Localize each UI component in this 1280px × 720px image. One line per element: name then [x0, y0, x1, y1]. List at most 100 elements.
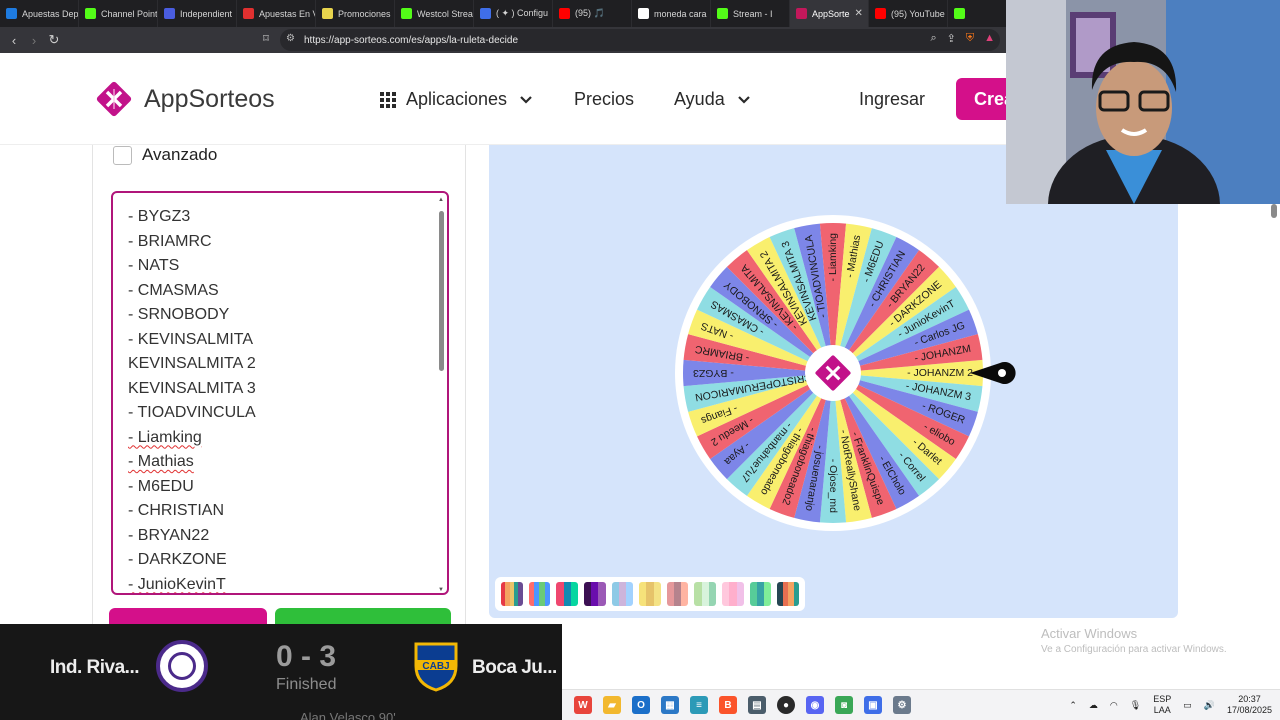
brave-browser-icon[interactable]: B: [719, 696, 737, 714]
appsorteos-logo[interactable]: AppSorteos: [92, 77, 275, 121]
tab-label: Promociones: [338, 8, 391, 19]
tab-close-icon[interactable]: ✕: [855, 8, 863, 19]
browser-tab[interactable]: moneda cara: [632, 0, 711, 27]
reload-icon[interactable]: ↻: [44, 32, 64, 48]
away-team-crest: CABJ: [414, 642, 458, 692]
nav-prices[interactable]: Precios: [574, 89, 634, 110]
settings-icon[interactable]: ⚙: [893, 696, 911, 714]
calculator-icon[interactable]: ▤: [748, 696, 766, 714]
name-entry: - BRIAMRC: [128, 232, 212, 250]
system-tray: ⌃ ☁ ◠ 🎙 ESP LAA ▭ 🔊 20:37 17/08/2025: [1069, 694, 1272, 716]
name-entry: - M6EDU: [128, 477, 194, 495]
tab-label: Independient: [180, 8, 233, 19]
activate-windows-subtitle: Ve a Configuración para activar Windows.: [1041, 644, 1227, 655]
url-input[interactable]: ⚙ https://app-sorteos.com/es/apps/la-rul…: [280, 29, 1000, 51]
volume-icon[interactable]: 🔊: [1204, 700, 1215, 711]
palette-swatch[interactable]: [722, 582, 744, 606]
browser-tab[interactable]: AppSorte ✕: [790, 0, 869, 27]
palette-swatch[interactable]: [749, 582, 772, 606]
wheel-pointer-icon: [970, 362, 1016, 384]
file-explorer-icon[interactable]: ▰: [603, 696, 621, 714]
wps-office-icon[interactable]: W: [574, 696, 592, 714]
share-icon[interactable]: ⇪: [947, 32, 956, 45]
browser-tab[interactable]: Channel Point: [79, 0, 158, 27]
tab-favicon-icon: [875, 8, 886, 19]
palette-swatch[interactable]: [611, 582, 634, 606]
palette-swatch[interactable]: [556, 582, 578, 606]
palette-swatch[interactable]: [501, 582, 523, 606]
brave-rewards-icon[interactable]: ▲: [984, 32, 995, 45]
roulette-wheel[interactable]: - JOHANZM 2- JOHANZM 3- ROGER- eliobo- D…: [668, 208, 998, 538]
nav-help[interactable]: Ayuda: [674, 89, 751, 110]
tab-favicon-icon: [6, 8, 17, 19]
obs-studio-icon[interactable]: ●: [777, 696, 795, 714]
advanced-checkbox[interactable]: [113, 145, 132, 165]
tab-favicon-icon: [164, 8, 175, 19]
browser-tab[interactable]: Stream - I: [711, 0, 790, 27]
palette-swatch[interactable]: [528, 582, 551, 606]
palette-swatch[interactable]: [639, 582, 661, 606]
textarea-scrollbar[interactable]: ▲ ▼: [438, 197, 445, 593]
outlook-icon[interactable]: O: [632, 696, 650, 714]
advanced-option[interactable]: Avanzado: [113, 145, 217, 165]
login-link[interactable]: Ingresar: [859, 89, 925, 110]
logo-text-app: App: [144, 84, 189, 113]
webcam-overlay: [1006, 0, 1280, 204]
microphone-icon[interactable]: 🎙: [1130, 700, 1141, 711]
tab-label: Westcol Strea: [417, 8, 473, 19]
tab-label: Stream - I: [733, 8, 773, 19]
taskbar-apps: W ▰ O ▦ ≡ B ▤ ● ◉ ◙ ▣ ⚙: [574, 696, 911, 714]
nav-apps[interactable]: Aplicaciones: [380, 89, 533, 110]
browser-tab[interactable]: Westcol Strea: [395, 0, 474, 27]
match-status: Finished: [276, 676, 337, 693]
url-text: https://app-sorteos.com/es/apps/la-rulet…: [304, 34, 518, 46]
notepad-icon[interactable]: ≡: [690, 696, 708, 714]
browser-tab[interactable]: (95) YouTube: [869, 0, 948, 27]
site-info-icon[interactable]: ⚙: [286, 33, 295, 44]
clock-date: 17/08/2025: [1226, 705, 1272, 715]
display-icon[interactable]: ▭: [1183, 700, 1192, 711]
browser-tab[interactable]: (95) 🎵: [553, 0, 632, 27]
name-entry: - KEVINSALMITA: [128, 330, 254, 348]
onedrive-icon[interactable]: ☁: [1089, 700, 1098, 711]
tab-label: (95) 🎵: [575, 8, 605, 18]
zoom-icon[interactable]: ⌕: [930, 32, 936, 45]
browser-tab[interactable]: Apuestas Dep: [0, 0, 79, 27]
browser-tab[interactable]: Independient: [158, 0, 237, 27]
palette-swatch[interactable]: [583, 582, 606, 606]
logo-text-sorteos: Sorteos: [188, 84, 275, 113]
page-scrollbar-thumb[interactable]: [1271, 204, 1277, 218]
scrollbar-thumb[interactable]: [439, 211, 444, 371]
system-clock[interactable]: 20:37 17/08/2025: [1227, 694, 1272, 716]
scroll-down-icon[interactable]: ▼: [438, 587, 444, 593]
names-textarea[interactable]: - BYGZ3 - BRIAMRC - NATS - CMASMAS - SRNOBOD…: [111, 191, 449, 595]
back-arrow-icon[interactable]: ‹: [4, 33, 24, 48]
name-entry: - JunioKevinT: [128, 575, 226, 593]
site-header: AppSorteos Aplicaciones Precios Ayuda In…: [0, 53, 1036, 145]
names-panel: Avanzado - BYGZ3 - BRIAMRC - NATS - CMASMAS…: [92, 145, 466, 638]
palette-swatch[interactable]: [694, 582, 717, 606]
webcam-feed: [1006, 0, 1280, 204]
home-team-crest: [156, 640, 208, 692]
input-language[interactable]: ESP LAA: [1153, 694, 1171, 716]
browser-tab[interactable]: ( ✦ ) Configu: [474, 0, 553, 27]
palette-swatch[interactable]: [666, 582, 689, 606]
palette-swatch[interactable]: [777, 582, 800, 606]
chevron-down-icon: [737, 95, 750, 104]
tab-label: AppSorte: [812, 8, 850, 19]
scroll-up-icon[interactable]: ▲: [438, 197, 444, 203]
whatsapp-icon[interactable]: ◙: [835, 696, 853, 714]
discord-icon[interactable]: ◉: [806, 696, 824, 714]
name-entry: - NATS: [128, 257, 180, 274]
app-icon[interactable]: ▣: [864, 696, 882, 714]
brave-shield-icon[interactable]: ⛨: [966, 32, 974, 45]
microsoft-store-icon[interactable]: ▦: [661, 696, 679, 714]
wheel-segment-label: - BYGZ3: [693, 367, 734, 379]
forward-arrow-icon[interactable]: ›: [24, 33, 44, 48]
network-icon[interactable]: ◠: [1110, 700, 1118, 711]
browser-tab[interactable]: Promociones: [316, 0, 395, 27]
browser-tab[interactable]: Apuestas En V: [237, 0, 316, 27]
tray-chevron-icon[interactable]: ⌃: [1069, 700, 1077, 711]
tab-favicon-icon: [243, 8, 254, 19]
bookmark-icon[interactable]: ⌑: [256, 32, 276, 45]
